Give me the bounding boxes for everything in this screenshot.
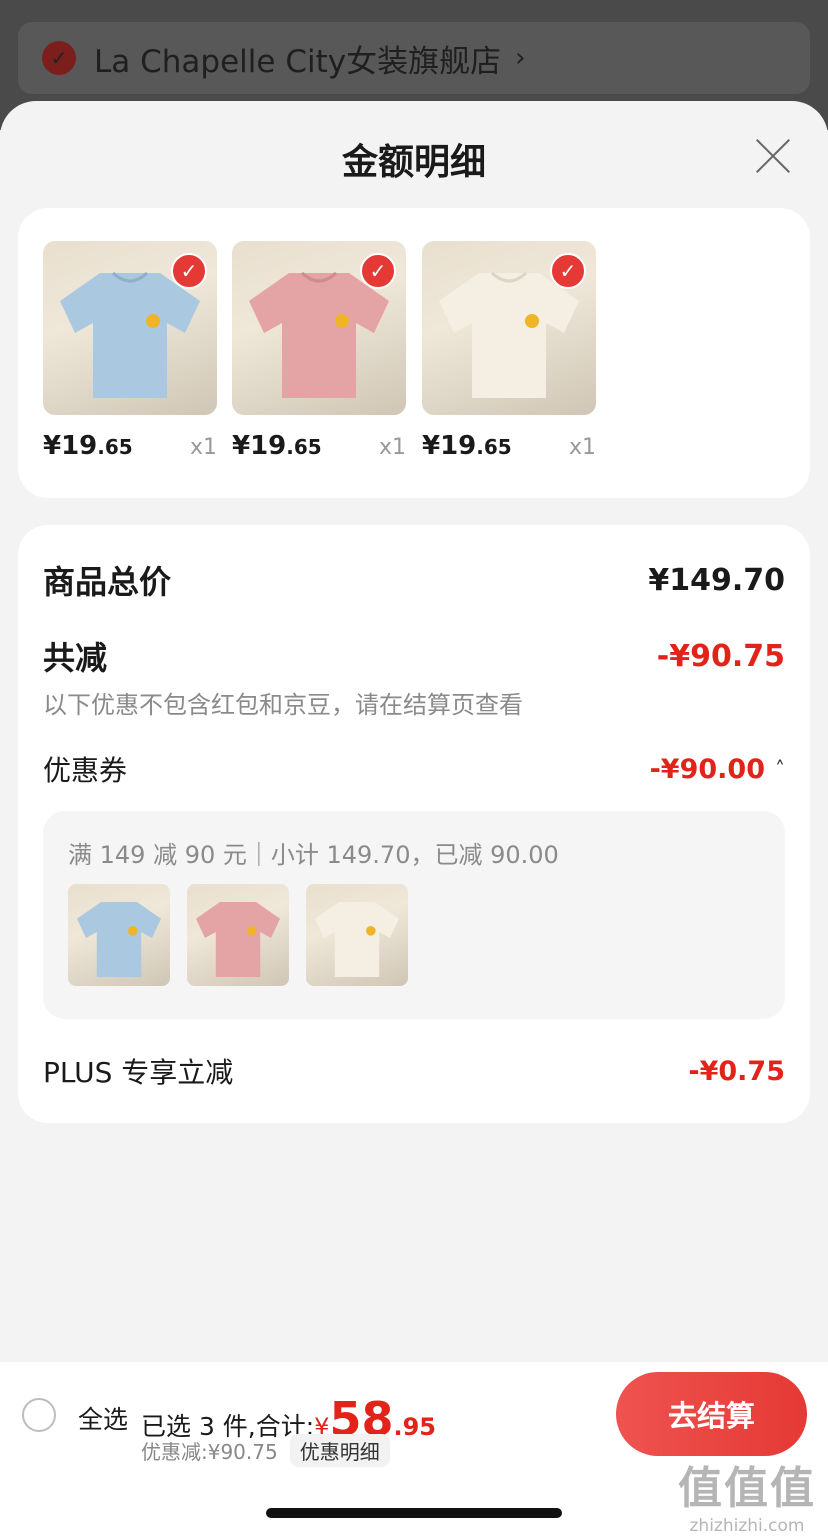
store-check-icon[interactable]: ✓ xyxy=(42,41,76,75)
product-item[interactable]: ✓ ¥19.65 x1 xyxy=(43,241,217,461)
total-amount-dec: .95 xyxy=(393,1413,436,1441)
coupon-detail-box: 满 149 减 90 元｜小计 149.70，已减 90.00 xyxy=(43,811,785,1019)
coupon-description: 满 149 减 90 元｜小计 149.70，已减 90.00 xyxy=(68,841,559,869)
product-price: ¥19.65 xyxy=(43,431,133,461)
store-header[interactable]: ✓ La Chapelle City女装旗舰店 › xyxy=(18,22,810,94)
product-price: ¥19.65 xyxy=(232,431,322,461)
checked-icon[interactable]: ✓ xyxy=(171,253,207,289)
product-image[interactable]: ✓ xyxy=(43,241,217,415)
product-quantity: x1 xyxy=(189,435,217,460)
discount-row: 优惠减:¥90.75 优惠明细 xyxy=(141,1434,390,1467)
price-detail-card: 商品总价 ¥149.70 共减 -¥90.75 以下优惠不包含红包和京豆，请在结… xyxy=(18,525,810,1123)
total-reduction-label: 共减 xyxy=(43,639,108,677)
checked-icon[interactable]: ✓ xyxy=(550,253,586,289)
tshirt-image xyxy=(315,902,399,977)
discount-detail-button[interactable]: 优惠明细 xyxy=(289,1434,390,1467)
checkout-button[interactable]: 去结算 xyxy=(616,1372,807,1456)
product-image[interactable]: ✓ xyxy=(422,241,596,415)
plus-discount-label: PLUS 专享立减 xyxy=(43,1056,234,1089)
amount-detail-sheet: 金额明细 ✓ ¥19.65 x1 ✓ ¥19.65 x1 ✓ ¥19.65 x1… xyxy=(0,101,828,1536)
watermark-logo: 值值值 xyxy=(678,1463,816,1514)
products-card: ✓ ¥19.65 x1 ✓ ¥19.65 x1 ✓ ¥19.65 x1 xyxy=(18,208,810,498)
plus-discount-row: PLUS 专享立减 -¥0.75 xyxy=(43,1051,785,1091)
product-quantity: x1 xyxy=(378,435,406,460)
discount-amount-text: 优惠减:¥90.75 xyxy=(141,1440,278,1464)
total-reduction-value: -¥90.75 xyxy=(656,638,785,674)
select-all-label[interactable]: 全选 xyxy=(78,1400,128,1436)
store-name: La Chapelle City女装旗舰店 xyxy=(94,43,502,80)
total-price-row: 商品总价 ¥149.70 xyxy=(43,557,785,603)
watermark-url: zhizhizhi.com xyxy=(689,1516,805,1536)
checked-icon[interactable]: ✓ xyxy=(360,253,396,289)
product-image[interactable]: ✓ xyxy=(232,241,406,415)
select-all-radio[interactable] xyxy=(22,1398,56,1432)
coupon-product-thumb xyxy=(187,884,289,986)
tshirt-image xyxy=(196,902,280,977)
coupon-row[interactable]: 优惠券 -¥90.00 ˄ xyxy=(43,749,785,789)
total-price-value: ¥149.70 xyxy=(648,562,785,598)
discount-note: 以下优惠不包含红包和京豆，请在结算页查看 xyxy=(43,691,523,719)
coupon-value: -¥90.00 xyxy=(649,753,765,785)
coupon-label: 优惠券 xyxy=(43,754,128,787)
total-price-label: 商品总价 xyxy=(43,563,172,601)
home-indicator xyxy=(266,1508,562,1518)
total-reduction-row: 共减 -¥90.75 xyxy=(43,633,785,679)
coupon-product-thumb xyxy=(68,884,170,986)
product-item[interactable]: ✓ ¥19.65 x1 xyxy=(422,241,596,461)
product-quantity: x1 xyxy=(568,435,596,460)
product-price: ¥19.65 xyxy=(422,431,512,461)
plus-discount-value: -¥0.75 xyxy=(688,1055,785,1087)
site-watermark: 值值值 zhizhizhi.com xyxy=(672,1452,822,1536)
chevron-up-icon[interactable]: ˄ xyxy=(775,757,785,781)
close-icon[interactable] xyxy=(748,131,798,181)
chevron-right-icon: › xyxy=(515,43,526,73)
sheet-title: 金额明细 xyxy=(341,142,486,183)
coupon-product-thumb xyxy=(306,884,408,986)
tshirt-image xyxy=(77,902,161,977)
product-item[interactable]: ✓ ¥19.65 x1 xyxy=(232,241,406,461)
